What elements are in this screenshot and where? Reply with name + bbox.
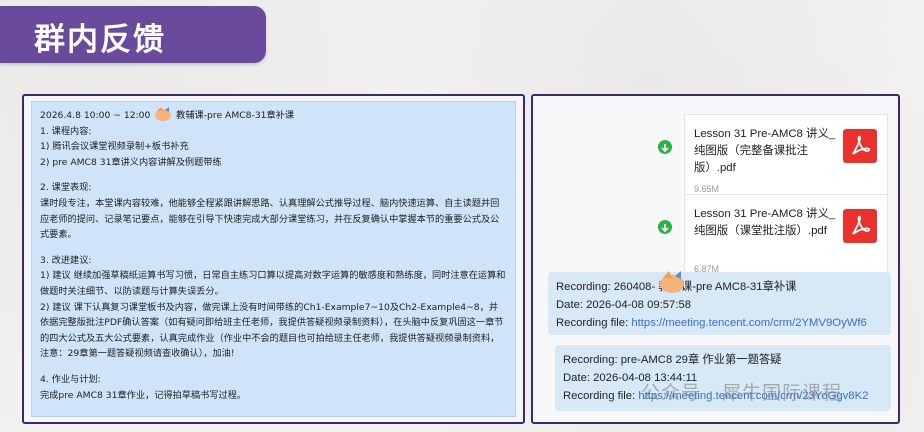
- section-header: 群内反馈: [0, 6, 266, 63]
- file-card[interactable]: Lesson 31 Pre-AMC8 讲义_纯图版（课堂批注版）.pdf 6.8…: [684, 194, 888, 284]
- section-heading: 1. 课程内容:: [40, 125, 92, 137]
- page-title: 群内反馈: [34, 22, 166, 58]
- download-icon[interactable]: [658, 140, 672, 154]
- recording-title: Recording: pre-AMC8 29章 作业第一题答疑: [563, 354, 782, 366]
- paragraph: 完成pre AMC8 31章作业，记得拍草稿书写过程。: [40, 389, 247, 401]
- list-item: 2) pre AMC8 31章讲义内容讲解及例题带练: [40, 156, 222, 168]
- recording-file-label: Recording file:: [563, 390, 636, 402]
- files-and-recordings-panel: Lesson 31 Pre-AMC8 讲义_纯图版（完整备课批注版）.pdf 9…: [531, 94, 900, 424]
- clap-emoji-icon: [660, 271, 684, 293]
- section-heading: 2. 课堂表现:: [40, 182, 92, 194]
- section-heading: 4. 作业与计划:: [40, 373, 101, 385]
- recording-file-label: Recording file:: [556, 317, 629, 329]
- watermark: 公众号 · 犀牛国际课程: [641, 382, 843, 404]
- message-header-line: 2026.4.8 10:00 ~ 12:00 教辅课-pre AMC8-31章补…: [40, 106, 507, 124]
- file-size: 9.65M: [694, 184, 720, 194]
- clap-emoji-icon: [155, 107, 172, 121]
- recording-date: Date: 2026-04-08 09:57:58: [556, 299, 692, 311]
- file-card[interactable]: Lesson 31 Pre-AMC8 讲义_纯图版（完整备课批注版）.pdf 9…: [684, 114, 888, 204]
- section-heading: 3. 改进建议:: [40, 254, 92, 266]
- list-item: 1) 腾讯会议课堂视频录制+板书补充: [40, 141, 189, 153]
- feedback-message-panel: 2026.4.8 10:00 ~ 12:00 教辅课-pre AMC8-31章补…: [22, 94, 525, 424]
- pdf-icon: [843, 129, 877, 163]
- download-icon[interactable]: [658, 220, 672, 234]
- recording-file-row: Recording file: https://meeting.tencent.…: [556, 314, 883, 332]
- recording-message[interactable]: Recording: 260408- 教辅课-pre AMC8-31章补课 Da…: [548, 272, 891, 335]
- paragraph: 课时段专注，本堂课内容较难，他能够全程紧跟讲解思路、认真理解公式推导过程、脑内快…: [40, 197, 500, 241]
- file-name: Lesson 31 Pre-AMC8 讲义_纯图版（完整备课批注版）.pdf: [694, 128, 836, 174]
- class-course-name: 教辅课-pre AMC8-31章补课: [176, 110, 295, 121]
- recording-title: Recording: 260408- 教辅课-pre AMC8-31章补课: [556, 281, 797, 293]
- list-item: 2) 建议 课下认真复习课堂板书及内容，做完课上没有时间带练的Ch1-Examp…: [40, 301, 504, 360]
- feedback-message-bubble[interactable]: 2026.4.8 10:00 ~ 12:00 教辅课-pre AMC8-31章补…: [31, 101, 516, 417]
- pdf-icon: [843, 209, 877, 243]
- class-time: 2026.4.8 10:00 ~ 12:00: [40, 110, 151, 121]
- recording-link[interactable]: https://meeting.tencent.com/crm/2YMV9OyW…: [631, 317, 866, 329]
- file-name: Lesson 31 Pre-AMC8 讲义_纯图版（课堂批注版）.pdf: [694, 208, 836, 237]
- list-item: 1) 建议 继续加强草稿纸运算书写习惯，日常自主练习口算以提高对数字运算的敏感度…: [40, 270, 506, 297]
